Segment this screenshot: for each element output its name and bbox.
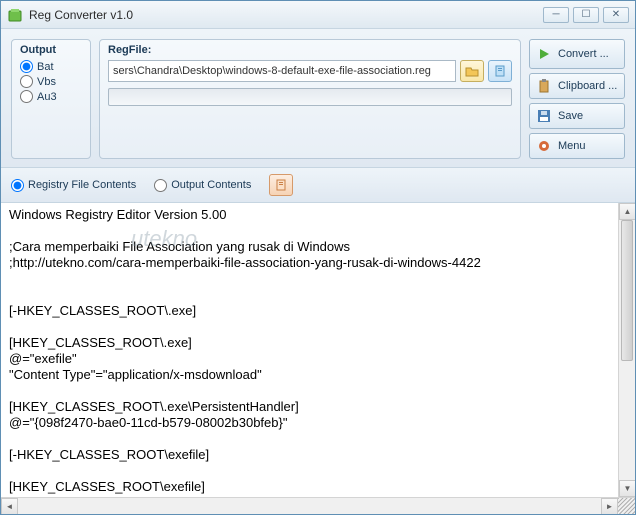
play-icon bbox=[536, 46, 552, 62]
registry-text[interactable]: Windows Registry Editor Version 5.00 ;Ca… bbox=[1, 203, 635, 497]
scrollbar-horizontal[interactable]: ◄ ► bbox=[1, 497, 635, 514]
clipboard-icon bbox=[536, 78, 552, 94]
regfile-title: RegFile: bbox=[108, 44, 512, 56]
radio-output[interactable] bbox=[154, 179, 167, 192]
watermark: utekno bbox=[131, 231, 197, 247]
paste-button[interactable] bbox=[488, 60, 512, 82]
view-bar: Registry File Contents Output Contents bbox=[1, 168, 635, 203]
resize-grip[interactable] bbox=[618, 498, 635, 515]
regfile-group: RegFile: bbox=[99, 39, 521, 159]
scroll-down-button[interactable]: ▼ bbox=[619, 480, 635, 497]
scroll-thumb-v[interactable] bbox=[621, 220, 633, 361]
view-output[interactable]: Output Contents bbox=[154, 179, 251, 192]
radio-registry[interactable] bbox=[11, 179, 24, 192]
save-icon bbox=[536, 108, 552, 124]
save-button[interactable]: Save bbox=[529, 103, 625, 129]
radio-vbs[interactable] bbox=[20, 75, 33, 88]
scrollbar-vertical[interactable]: ▲ ▼ bbox=[618, 203, 635, 497]
clipboard-button[interactable]: Clipboard ... bbox=[529, 73, 625, 99]
gear-icon bbox=[536, 138, 552, 154]
output-title: Output bbox=[20, 44, 82, 56]
titlebar: Reg Converter v1.0 ─ ☐ ✕ bbox=[1, 1, 635, 29]
scroll-track-h[interactable] bbox=[18, 498, 601, 515]
progress-bar bbox=[108, 88, 512, 106]
scroll-right-button[interactable]: ► bbox=[601, 498, 618, 515]
regfile-path-input[interactable] bbox=[108, 60, 456, 82]
scroll-up-button[interactable]: ▲ bbox=[619, 203, 635, 220]
minimize-button[interactable]: ─ bbox=[543, 7, 569, 23]
scroll-left-button[interactable]: ◄ bbox=[1, 498, 18, 515]
window-controls: ─ ☐ ✕ bbox=[543, 7, 629, 23]
window-title: Reg Converter v1.0 bbox=[29, 8, 543, 22]
maximize-button[interactable]: ☐ bbox=[573, 7, 599, 23]
radio-bat[interactable] bbox=[20, 60, 33, 73]
view-registry[interactable]: Registry File Contents bbox=[11, 179, 136, 192]
close-button[interactable]: ✕ bbox=[603, 7, 629, 23]
path-row bbox=[108, 60, 512, 82]
app-window: Reg Converter v1.0 ─ ☐ ✕ Output Bat Vbs … bbox=[0, 0, 636, 515]
radio-au3[interactable] bbox=[20, 90, 33, 103]
output-au3[interactable]: Au3 bbox=[20, 90, 82, 103]
output-group: Output Bat Vbs Au3 bbox=[11, 39, 91, 159]
action-buttons: Convert ... Clipboard ... Save Menu bbox=[529, 39, 625, 159]
content-panel: Windows Registry Editor Version 5.00 ;Ca… bbox=[1, 203, 635, 514]
menu-button[interactable]: Menu bbox=[529, 133, 625, 159]
copy-content-button[interactable] bbox=[269, 174, 293, 196]
app-icon bbox=[7, 7, 23, 23]
output-bat[interactable]: Bat bbox=[20, 60, 82, 73]
output-vbs[interactable]: Vbs bbox=[20, 75, 82, 88]
convert-button[interactable]: Convert ... bbox=[529, 39, 625, 69]
browse-button[interactable] bbox=[460, 60, 484, 82]
toolbar: Output Bat Vbs Au3 RegFile: Convert ... … bbox=[1, 29, 635, 168]
